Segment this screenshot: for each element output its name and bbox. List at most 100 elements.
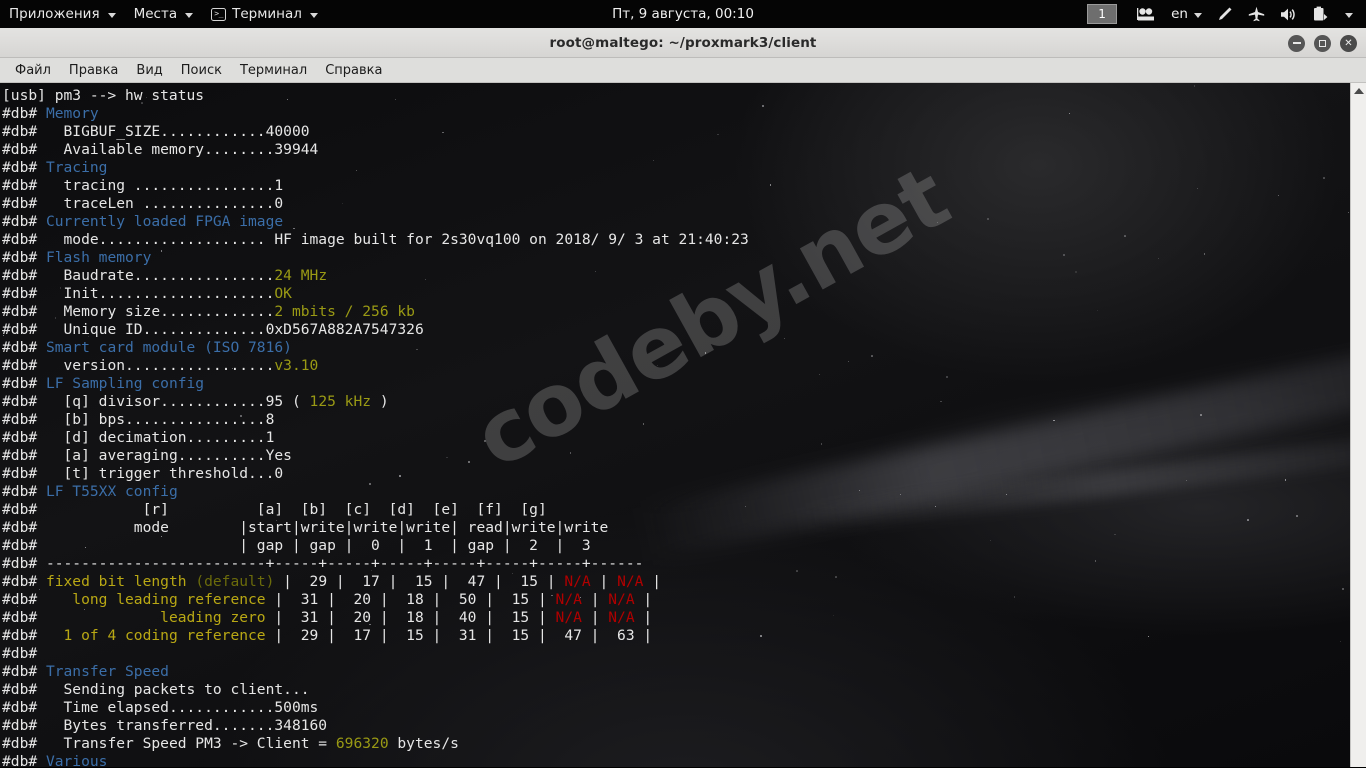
terminal-line-segment: |: [581, 591, 609, 608]
wallpaper-star: [871, 354, 873, 357]
panel-menu-places-label: Места: [133, 6, 178, 22]
chevron-down-icon: [107, 12, 116, 18]
terminal-line-segment: Unique ID..............0xD567A882A754732…: [45, 321, 424, 338]
terminal-line-prefix: #db#: [2, 483, 46, 500]
terminal-line-segment: BIGBUF_SIZE............40000: [45, 123, 310, 140]
terminal-scrollbar[interactable]: [1350, 83, 1366, 767]
terminal-line-prefix: #db#: [2, 159, 46, 176]
panel-menu-terminal[interactable]: >_ Терминал: [202, 1, 327, 27]
brightness-pen-icon[interactable]: [1210, 0, 1240, 28]
terminal-line-segment: Memory size.............: [45, 303, 275, 320]
wallpaper-star: [1200, 414, 1202, 416]
wallpaper-star: [989, 540, 991, 542]
terminal-line-segment: version.................: [45, 357, 275, 374]
terminal-line-segment: Currently loaded FPGA image: [45, 213, 284, 230]
terminal-line-prefix: #db#: [2, 465, 46, 482]
terminal-line-segment: Transfer Speed PM3 -> Client =: [45, 735, 336, 752]
wallpaper-star: [796, 570, 798, 572]
terminal-line: #db# 1 of 4 coding reference | 29 | 17 |…: [2, 627, 749, 645]
terminal-line-prefix: #db#: [2, 717, 46, 734]
screencast-icon[interactable]: [1130, 0, 1163, 28]
maximize-icon: [1314, 35, 1331, 52]
terminal-line: #db# Bytes transferred.......348160: [2, 717, 749, 735]
terminal-line-prefix: #db#: [2, 681, 46, 698]
battery-icon[interactable]: [1306, 0, 1335, 28]
wallpaper-star: [986, 218, 989, 221]
terminal-line-segment: -------------------------+-----+-----+--…: [45, 555, 644, 572]
wallpaper-star: [818, 373, 820, 375]
terminal-line-prefix: #db#: [2, 195, 46, 212]
close-button[interactable]: ✕: [1340, 34, 1357, 52]
menu-view[interactable]: Вид: [127, 60, 171, 81]
terminal-line-segment: |: [590, 573, 618, 590]
terminal-line-segment: |: [634, 591, 653, 608]
volume-icon[interactable]: [1273, 0, 1305, 28]
terminal-line-prefix: #db#: [2, 609, 46, 626]
terminal-line-segment: Transfer Speed: [45, 663, 169, 680]
chevron-down-icon: [185, 12, 194, 18]
system-menu-caret[interactable]: [1336, 0, 1360, 28]
terminal-line-segment: mode |start|write|write|write| read|writ…: [45, 519, 609, 536]
terminal-line-segment: 696320: [335, 735, 389, 752]
terminal-line: #db#: [2, 645, 749, 663]
terminal-line-prefix: #db#: [2, 591, 46, 608]
terminal-line-segment: 24 MHz: [274, 267, 328, 284]
panel-menu-applications[interactable]: Приложения: [0, 1, 125, 27]
terminal-line-segment: | 29 | 17 | 15 | 31 | 15 | 47 | 63 |: [265, 627, 653, 644]
maximize-button[interactable]: [1314, 34, 1331, 52]
terminal-line-segment: tracing ................1: [45, 177, 284, 194]
terminal-line-segment: 2 mbits / 256 kb: [274, 303, 415, 320]
wallpaper-star: [1053, 419, 1055, 421]
wallpaper-star: [1124, 235, 1126, 237]
wallpaper-star: [1339, 640, 1341, 642]
wallpaper-star: [899, 493, 901, 495]
workspace-switcher[interactable]: 1: [1087, 4, 1118, 24]
panel-tray: 1 en: [1087, 0, 1360, 28]
terminal-line-prefix: #db#: [2, 375, 46, 392]
wallpaper-star: [1193, 85, 1196, 87]
wallpaper-star: [1347, 211, 1350, 214]
panel-menu-terminal-label: Терминал: [232, 6, 302, 22]
terminal-line-prefix: #db#: [2, 105, 46, 122]
terminal-line: #db# [b] bps................8: [2, 411, 749, 429]
wallpaper-star: [847, 361, 849, 363]
terminal-line: #db# Various: [2, 753, 749, 767]
language-indicator[interactable]: en: [1164, 0, 1209, 28]
terminal-line-segment: long leading reference: [45, 591, 266, 608]
terminal-line-segment: Available memory........39944: [45, 141, 319, 158]
airplane-mode-icon[interactable]: [1241, 0, 1272, 28]
terminal-line-segment: N/A: [608, 609, 635, 626]
terminal-line-prefix: #db#: [2, 357, 46, 374]
terminal-line-prefix: #db#: [2, 573, 46, 590]
terminal-line-prefix: #db#: [2, 393, 46, 410]
wallpaper-star: [1277, 194, 1279, 196]
wallpaper-star: [1247, 519, 1249, 521]
terminal-line: #db# Memory: [2, 105, 749, 123]
terminal-line: #db# mode |start|write|write|write| read…: [2, 519, 749, 537]
terminal-line-prefix: #db#: [2, 429, 46, 446]
panel-menu-places[interactable]: Места: [125, 1, 203, 27]
terminal-line-segment: Tracing: [45, 159, 108, 176]
terminal-line: #db# [t] trigger threshold...0: [2, 465, 749, 483]
terminal-line-prefix: #db#: [2, 699, 46, 716]
menu-file[interactable]: Файл: [6, 60, 60, 81]
terminal-prompt-line: [usb] pm3 --> hw status: [2, 87, 205, 104]
scroll-up-arrow-button[interactable]: [1351, 83, 1366, 99]
window-titlebar[interactable]: root@maltego: ~/proxmark3/client ✕: [0, 28, 1366, 58]
menu-terminal[interactable]: Терминал: [231, 60, 316, 81]
wallpaper-star: [1295, 515, 1298, 517]
wallpaper-star: [760, 634, 763, 637]
minimize-button[interactable]: [1288, 34, 1305, 52]
terminal-line-prefix: #db#: [2, 519, 46, 536]
terminal-output-area[interactable]: codeby.net [usb] pm3 --> hw status #db# M…: [0, 83, 1366, 767]
menu-help[interactable]: Справка: [316, 60, 391, 81]
menu-edit[interactable]: Правка: [60, 60, 127, 81]
menu-search[interactable]: Поиск: [172, 60, 231, 81]
terminal-line-segment: [r] [a] [b] [c] [d] [e] [f] [g]: [45, 501, 547, 518]
terminal-line-segment: [b] bps................8: [45, 411, 275, 428]
terminal-line: #db# LF T55XX config: [2, 483, 749, 501]
workspace-number: 1: [1098, 7, 1106, 21]
terminal-line-prefix: #db#: [2, 501, 46, 518]
terminal-line-segment: ): [371, 393, 389, 410]
chevron-down-icon: [1194, 12, 1202, 18]
